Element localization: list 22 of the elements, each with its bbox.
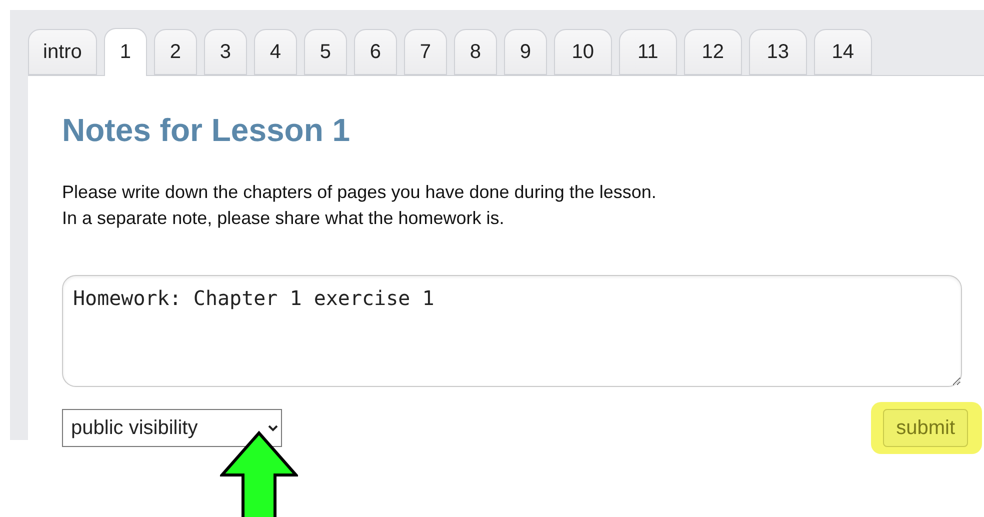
note-field[interactable]: Homework: Chapter 1 exercise 1 (62, 275, 962, 387)
tab[interactable]: 14 (814, 29, 872, 75)
tab[interactable]: 13 (748, 29, 807, 75)
tab[interactable]: 8 (454, 29, 497, 75)
instruction-text: Please write down the chapters of pages you have done during the lesson. (62, 181, 658, 204)
tab[interactable]: 12 (684, 29, 742, 75)
tab[interactable]: 9 (504, 29, 547, 75)
up-arrow-icon (220, 430, 298, 517)
tab[interactable]: 2 (154, 29, 197, 75)
tab[interactable]: 7 (404, 29, 447, 75)
tab[interactable]: 10 (554, 29, 612, 75)
page-heading: Notes for Lesson 1 (62, 112, 352, 149)
tab[interactable]: 11 (618, 29, 677, 75)
tab[interactable]: 5 (304, 29, 347, 75)
visibility-dropdown[interactable]: public visibility (62, 409, 282, 447)
tab[interactable]: 6 (354, 29, 397, 75)
submit-button[interactable]: submit (883, 409, 968, 447)
tab[interactable]: 4 (254, 29, 297, 75)
tab[interactable]: 1 (104, 28, 147, 76)
tab[interactable]: 3 (204, 29, 247, 75)
instruction-text: In a separate note, please share what the homework is. (62, 207, 506, 230)
tab[interactable]: intro (28, 29, 97, 75)
